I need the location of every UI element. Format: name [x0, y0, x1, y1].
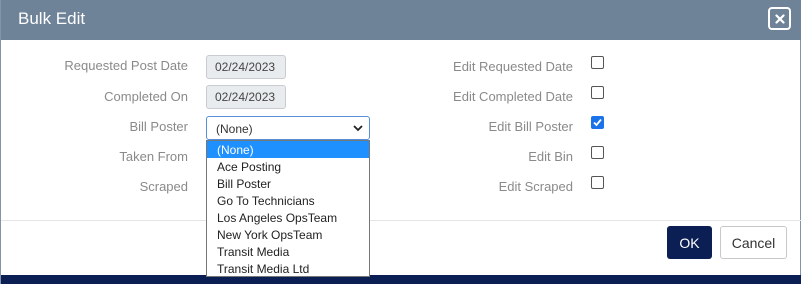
dropdown-option[interactable]: Go To Technicians	[207, 192, 369, 209]
bill-poster-dropdown-list: (None) Ace Posting Bill Poster Go To Tec…	[206, 140, 370, 277]
cancel-button[interactable]: Cancel	[720, 226, 787, 259]
completed-on-input[interactable]: 02/24/2023	[206, 85, 286, 109]
footer-divider	[1, 220, 801, 221]
scraped-label: Scraped	[139, 179, 188, 194]
ok-button[interactable]: OK	[667, 226, 712, 259]
close-icon	[774, 13, 785, 24]
edit-completed-date-checkbox[interactable]	[591, 86, 604, 99]
bulk-edit-dialog: Bulk Edit Requested Post Date 02/24/2023…	[0, 0, 801, 284]
dropdown-option[interactable]: Los Angeles OpsTeam	[207, 209, 369, 226]
edit-bin-label: Edit Bin	[528, 149, 573, 164]
edit-completed-date-label: Edit Completed Date	[453, 89, 573, 104]
chevron-down-icon	[353, 125, 363, 132]
checkmark-icon	[593, 118, 602, 127]
edit-bin-checkbox[interactable]	[591, 146, 604, 159]
dropdown-option[interactable]: New York OpsTeam	[207, 226, 369, 243]
bill-poster-select[interactable]: (None)	[206, 116, 370, 140]
dropdown-option[interactable]: Bill Poster	[207, 175, 369, 192]
edit-scraped-label: Edit Scraped	[498, 179, 573, 194]
edit-requested-date-label: Edit Requested Date	[453, 59, 573, 74]
completed-on-label: Completed On	[104, 89, 188, 104]
bill-poster-label: Bill Poster	[129, 119, 188, 134]
edit-scraped-checkbox[interactable]	[591, 176, 604, 189]
requested-post-date-input[interactable]: 02/24/2023	[206, 55, 286, 79]
requested-post-date-label: Requested Post Date	[64, 58, 188, 73]
bottom-bar	[1, 275, 801, 284]
dropdown-option[interactable]: (None)	[207, 141, 369, 158]
edit-bill-poster-label: Edit Bill Poster	[488, 119, 573, 134]
dialog-titlebar: Bulk Edit	[1, 0, 801, 40]
dropdown-option[interactable]: Transit Media	[207, 243, 369, 260]
dialog-title: Bulk Edit	[18, 9, 86, 28]
taken-from-label: Taken From	[119, 149, 188, 164]
dropdown-option[interactable]: Ace Posting	[207, 158, 369, 175]
close-button[interactable]	[768, 7, 791, 30]
bill-poster-selected-value: (None)	[216, 122, 253, 136]
edit-bill-poster-checkbox[interactable]	[591, 116, 604, 129]
edit-requested-date-checkbox[interactable]	[591, 56, 604, 69]
dropdown-option[interactable]: Transit Media Ltd	[207, 260, 369, 277]
